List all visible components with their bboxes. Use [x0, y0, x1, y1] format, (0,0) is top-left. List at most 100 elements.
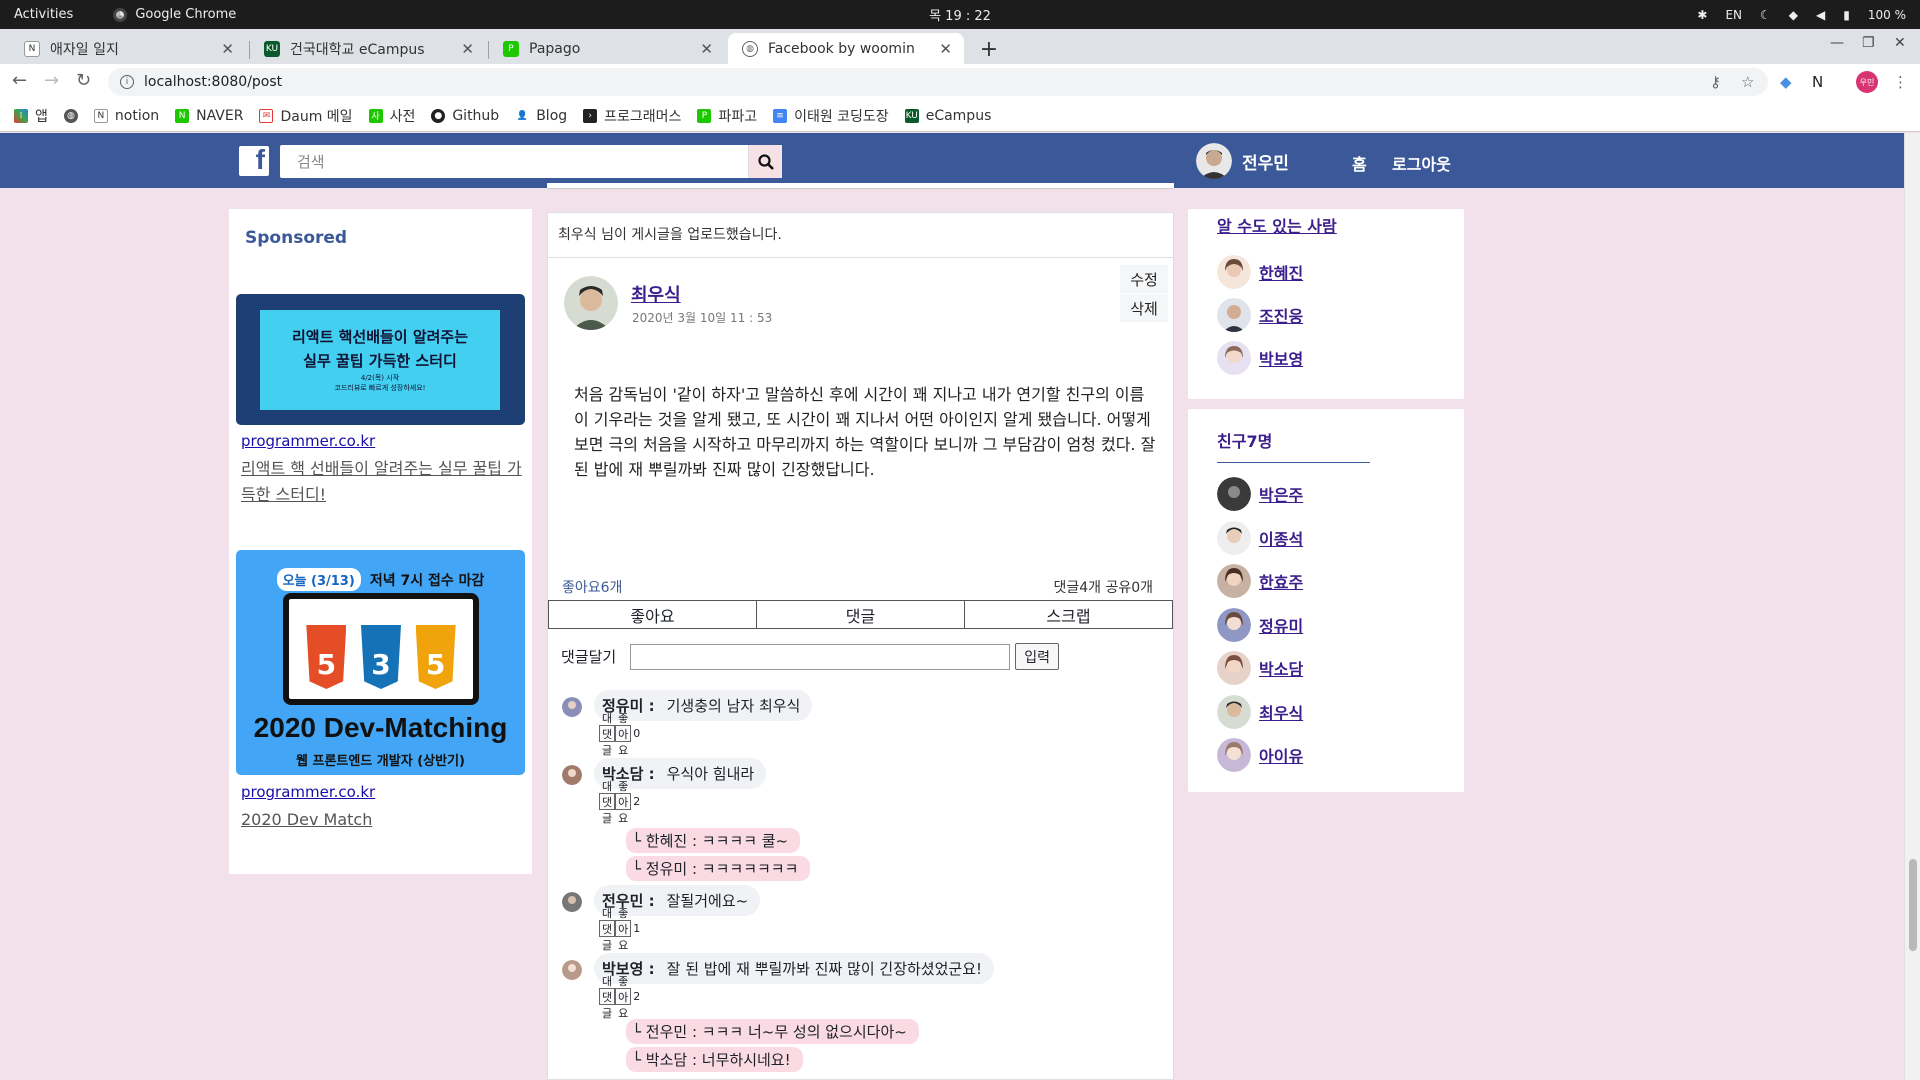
papago-icon: P — [697, 108, 712, 123]
notion-extension-icon[interactable]: N — [1812, 73, 1823, 91]
ad-banner-dev-matching[interactable]: 오늘 (3/13) 저녁 7시 접수 마감 HTML 5 CSS 3 JS 5 202… — [236, 550, 525, 775]
friend-item[interactable]: 한효주 — [1217, 564, 1303, 598]
window-close-icon[interactable]: ✕ — [1894, 35, 1906, 51]
commenter-avatar[interactable] — [562, 892, 582, 912]
suggested-person[interactable]: 박보영 — [1217, 341, 1303, 375]
address-bar[interactable]: i localhost:8080/post — [108, 68, 1768, 96]
search-input[interactable]: 검색 — [280, 145, 782, 178]
extension-icon[interactable]: ◆ — [1780, 73, 1792, 91]
close-icon[interactable]: ✕ — [700, 40, 713, 58]
suggestions-title[interactable]: 알 수도 있는 사람 — [1217, 213, 1337, 237]
nav-logout-link[interactable]: 로그아웃 — [1392, 151, 1451, 175]
reload-icon[interactable]: ↻ — [76, 70, 91, 91]
tab-agile-journal[interactable]: N 애자일 일지 ✕ — [10, 33, 246, 64]
bookmark-coding-dojang[interactable]: ≡ 이태원 코딩도장 — [773, 106, 889, 126]
reply-button[interactable]: 대댓글 — [599, 975, 616, 1020]
papago-favicon-icon: P — [503, 40, 519, 57]
scrap-button[interactable]: 스크랩 — [965, 601, 1172, 628]
slack-icon[interactable]: ✱ — [1697, 8, 1707, 22]
close-icon[interactable]: ✕ — [939, 40, 952, 58]
search-button[interactable] — [748, 145, 782, 178]
commenter-avatar[interactable] — [562, 697, 582, 717]
friend-item[interactable]: 박은주 — [1217, 477, 1303, 511]
nav-home-link[interactable]: 홈 — [1352, 151, 1367, 175]
ad-banner-react-study[interactable]: 리액트 핵선배들이 알려주는 실무 꿀팁 가득한 스터디 4/2(목) 시작 코… — [236, 294, 525, 425]
app-menu[interactable]: Google Chrome — [113, 7, 236, 22]
comment-button[interactable]: 댓글 — [757, 601, 965, 628]
facebook-logo-icon[interactable]: f — [239, 144, 269, 176]
like-button[interactable]: 좋아요 — [549, 601, 757, 628]
bookmark-papago[interactable]: P 파파고 — [697, 106, 757, 126]
comment-input[interactable] — [630, 643, 1011, 670]
profile-avatar[interactable]: 우민 — [1856, 71, 1878, 93]
commenter-avatar[interactable] — [562, 960, 582, 980]
page-scrollbar[interactable] — [1904, 133, 1920, 1080]
friend-item[interactable]: 정유미 — [1217, 608, 1303, 642]
header-user[interactable]: 전우민 — [1196, 143, 1289, 179]
close-icon[interactable]: ✕ — [221, 40, 234, 58]
tab-title: Facebook by woomin — [768, 40, 915, 57]
menu-icon[interactable]: ⋮ — [1893, 73, 1908, 91]
bookmark-blog[interactable]: 👤 Blog — [515, 108, 567, 124]
comment-text: 잘될거에요~ — [666, 892, 749, 910]
info-icon[interactable]: i — [120, 75, 134, 89]
back-icon[interactable]: ← — [12, 70, 27, 91]
ad-description[interactable]: 리액트 핵 선배들이 알려주는 실무 꿀팁 가득한 스터디! — [241, 456, 526, 508]
friend-item[interactable]: 아이유 — [1217, 738, 1303, 772]
reply-button[interactable]: 대댓글 — [599, 780, 616, 825]
key-icon[interactable]: ⚷ — [1710, 73, 1721, 91]
friends-title[interactable]: 친구7명 — [1217, 428, 1272, 452]
comment-submit-button[interactable]: 입력 — [1015, 643, 1059, 670]
friend-item[interactable]: 최우식 — [1217, 695, 1303, 729]
ad-description[interactable]: 2020 Dev Match — [241, 807, 526, 833]
comment-controls: 대댓글 좋아요 2 — [599, 975, 640, 1020]
reply-button[interactable]: 대댓글 — [599, 712, 616, 757]
bookmark-naver[interactable]: N NAVER — [175, 108, 243, 124]
new-tab-button[interactable]: + — [975, 35, 1003, 63]
language-indicator[interactable]: EN — [1725, 8, 1742, 22]
ad-big-title: 2020 Dev-Matching — [253, 712, 508, 743]
scrollbar-thumb[interactable] — [1909, 859, 1917, 951]
bookmark-programmers[interactable]: › 프로그래머스 — [583, 106, 681, 126]
avatar — [1217, 341, 1251, 375]
ad-link[interactable]: programmer.co.kr — [241, 432, 375, 450]
bookmark-globe[interactable]: ◍ — [63, 108, 78, 123]
likes-count-link[interactable]: 좋아요6개 — [562, 577, 622, 597]
tab-ecampus[interactable]: KU 건국대학교 eCampus ✕ — [250, 33, 486, 64]
comment-text: 기생충의 남자 최우식 — [666, 697, 801, 715]
post-body: 처음 감독님이 '같이 하자'고 말씀하신 후에 시간이 꽤 지나고 내가 연기… — [574, 385, 1156, 479]
bookmark-apps[interactable]: ⁞ 앱 — [14, 106, 48, 126]
restore-icon[interactable]: ❐ — [1862, 35, 1875, 51]
suggested-person[interactable]: 한혜진 — [1217, 255, 1303, 289]
author-avatar[interactable] — [564, 276, 618, 330]
author-name-link[interactable]: 최우식 — [631, 281, 681, 307]
person-name: 한혜진 — [1259, 264, 1304, 283]
naver-icon: N — [175, 108, 190, 123]
forward-icon[interactable]: → — [44, 70, 59, 91]
edit-button[interactable]: 수정 — [1120, 265, 1168, 293]
bookmark-daum-mail[interactable]: ✉ Daum 메일 — [259, 106, 353, 126]
clock[interactable]: 목 19 : 22 — [929, 5, 991, 24]
comment-like-button[interactable]: 좋아요 — [615, 780, 632, 825]
suggested-person[interactable]: 조진웅 — [1217, 298, 1303, 332]
minimize-icon[interactable]: — — [1830, 35, 1844, 51]
comment-like-button[interactable]: 좋아요 — [615, 975, 632, 1020]
comment-like-button[interactable]: 좋아요 — [615, 712, 632, 757]
comment-like-button[interactable]: 좋아요 — [615, 907, 632, 952]
friend-item[interactable]: 이종석 — [1217, 521, 1303, 555]
close-icon[interactable]: ✕ — [461, 40, 474, 58]
tab-papago[interactable]: P Papago ✕ — [489, 33, 725, 64]
bookmark-github[interactable]: ● Github — [431, 108, 499, 124]
system-tray[interactable]: ✱ EN ☾ ◆ ◀ ▮ 100 % — [1697, 8, 1906, 22]
reply-button[interactable]: 대댓글 — [599, 907, 616, 952]
delete-button[interactable]: 삭제 — [1120, 294, 1168, 322]
ad-link[interactable]: programmer.co.kr — [241, 783, 375, 801]
commenter-avatar[interactable] — [562, 765, 582, 785]
star-icon[interactable]: ☆ — [1741, 73, 1754, 91]
friend-item[interactable]: 박소담 — [1217, 651, 1303, 685]
tab-facebook[interactable]: ◍ Facebook by woomin ✕ — [728, 33, 964, 64]
bookmark-ecampus[interactable]: KU eCampus — [904, 108, 991, 124]
bookmark-notion[interactable]: Nnotion — [93, 108, 159, 124]
activities-button[interactable]: Activities — [14, 7, 73, 22]
bookmark-dictionary[interactable]: 사 사전 — [368, 106, 415, 126]
